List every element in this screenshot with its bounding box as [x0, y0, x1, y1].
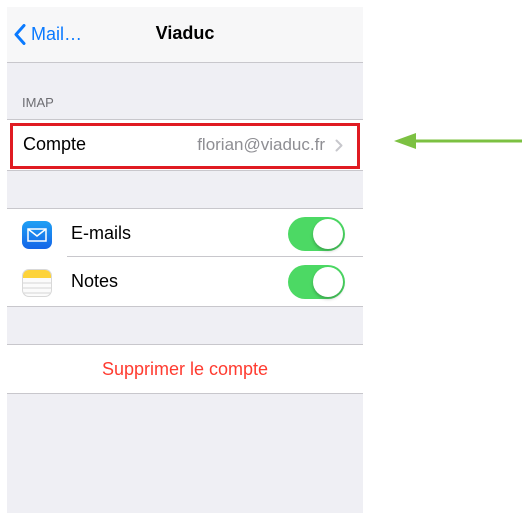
navigation-bar: Mail… Viaduc [7, 7, 363, 63]
service-label-notes: Notes [71, 271, 119, 291]
delete-account-row[interactable]: Supprimer le compte [7, 344, 363, 394]
settings-screen: Mail… Viaduc IMAP Compte florian@viaduc.… [7, 7, 363, 513]
toggle-knob [313, 219, 343, 249]
section-header-imap: IMAP [22, 95, 54, 110]
toggle-knob [313, 267, 343, 297]
emails-toggle[interactable] [288, 217, 345, 251]
page-title: Viaduc [155, 23, 215, 43]
notes-toggle[interactable] [288, 265, 345, 299]
mail-icon [22, 221, 52, 249]
arrow-left-icon [394, 133, 522, 149]
highlight-box [10, 123, 360, 169]
services-list: E-mails Notes [7, 208, 363, 307]
notes-icon [22, 269, 52, 297]
delete-account-button[interactable]: Supprimer le compte [7, 359, 363, 380]
account-row[interactable]: Compte florian@viaduc.fr [7, 119, 363, 171]
service-row-emails: E-mails [7, 209, 363, 257]
service-label-emails: E-mails [71, 223, 132, 243]
service-row-notes: Notes [7, 257, 363, 305]
